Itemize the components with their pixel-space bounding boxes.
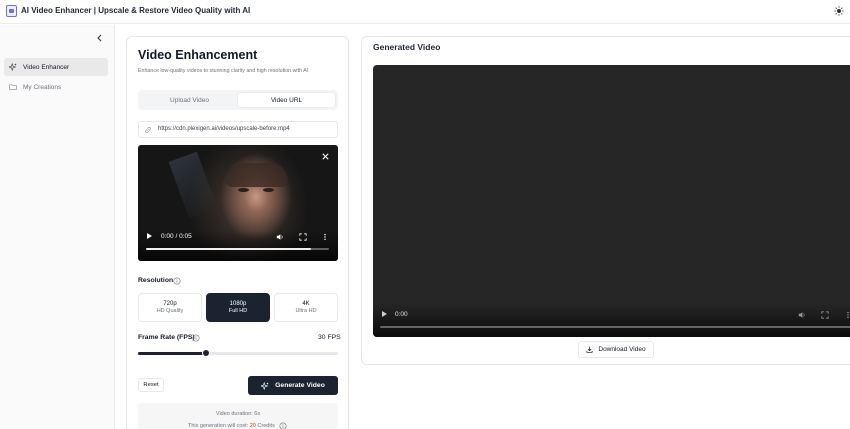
cost-suffix: Credits: [255, 423, 275, 429]
enhancement-panel: Video Enhancement Enhance low-quality vi…: [126, 36, 349, 429]
download-video-button[interactable]: Download Video: [578, 341, 654, 358]
resolution-label: Resolution: [138, 277, 174, 284]
fps-slider-handle[interactable]: [202, 349, 210, 357]
generated-video-title: Generated Video: [373, 42, 441, 52]
sidebar-item-label: My Creations: [23, 83, 62, 91]
video-progress-fill: [146, 248, 311, 250]
page-subtitle: Enhance low-quality videos to stunning c…: [138, 68, 309, 74]
resolution-option-desc: HD Quality: [156, 308, 184, 314]
sparkles-icon: [261, 381, 269, 390]
volume-icon[interactable]: [276, 233, 284, 241]
video-time: 0:00 / 0:05: [161, 233, 192, 240]
generated-video-panel: Generated Video 0:00 Download Video: [361, 36, 850, 365]
cost-info: Video duration: 6s This generation will …: [138, 403, 338, 429]
download-video-label: Download Video: [598, 346, 646, 353]
resolution-option-desc: Full HD: [228, 308, 248, 314]
fps-label: Frame Rate (FPS): [138, 334, 195, 341]
fps-slider[interactable]: [138, 349, 338, 357]
generate-video-button[interactable]: Generate Video: [248, 376, 338, 395]
cost-text: This generation will cost: 20 Credits: [188, 423, 275, 429]
sidebar-item-video-enhancer[interactable]: Video Enhancer: [4, 58, 108, 76]
link-icon: [145, 127, 151, 133]
collapse-sidebar-icon[interactable]: [95, 33, 105, 43]
volume-icon[interactable]: [798, 311, 806, 319]
source-tabs: Upload Video Video URL: [138, 90, 338, 110]
video-progress-bar[interactable]: [380, 326, 850, 328]
fullscreen-icon[interactable]: [299, 233, 307, 241]
app-logo-icon: [6, 5, 17, 17]
video-duration-text: Video duration: 6s: [215, 411, 261, 417]
resolution-option-name: 720p: [163, 301, 177, 307]
sparkles-icon: [9, 63, 17, 71]
more-options-icon[interactable]: [844, 311, 850, 319]
video-url-value: https://cdn.plexigen.ai/videos/upscale-b…: [158, 126, 290, 132]
fps-value: 30 FPS: [318, 334, 341, 341]
video-frame-eye: [238, 188, 249, 192]
info-icon[interactable]: [192, 334, 200, 342]
play-icon[interactable]: [147, 233, 152, 239]
resolution-option-720p[interactable]: 720p HD Quality: [138, 293, 202, 322]
info-icon[interactable]: [173, 277, 181, 285]
resolution-option-4k[interactable]: 4K Ultra HD: [274, 293, 338, 322]
video-frame-eye: [263, 188, 274, 192]
close-icon[interactable]: [321, 152, 330, 161]
info-icon[interactable]: [279, 422, 287, 429]
video-frame-flare: [168, 151, 218, 219]
resolution-option-name: 4K: [302, 301, 310, 307]
page-title: Video Enhancement: [138, 48, 258, 62]
tab-upload-video[interactable]: Upload Video: [141, 93, 238, 107]
fps-slider-fill: [138, 352, 206, 355]
reset-button[interactable]: Reset: [138, 378, 164, 392]
source-video-player[interactable]: 0:00 / 0:05: [138, 145, 338, 261]
video-url-input[interactable]: https://cdn.plexigen.ai/videos/upscale-b…: [138, 121, 338, 138]
video-progress-bar[interactable]: [146, 248, 329, 250]
sidebar-item-label: Video Enhancer: [23, 63, 70, 71]
resolution-option-desc: Ultra HD: [295, 308, 317, 314]
video-time: 0:00: [395, 311, 408, 318]
play-icon[interactable]: [382, 311, 387, 317]
more-options-icon[interactable]: [321, 233, 329, 241]
top-bar: AI Video Enhancer | Upscale & Restore Vi…: [0, 0, 850, 24]
download-icon: [586, 346, 593, 353]
generated-video-player[interactable]: 0:00: [373, 65, 850, 337]
video-frame-hair: [226, 163, 288, 187]
cost-prefix: This generation will cost:: [188, 423, 250, 429]
resolution-option-name: 1080p: [229, 301, 247, 307]
sidebar: Video Enhancer My Creations: [0, 25, 115, 429]
app-title: AI Video Enhancer | Upscale & Restore Vi…: [21, 6, 251, 15]
resolution-option-1080p[interactable]: 1080p Full HD: [206, 293, 270, 322]
theme-toggle-icon[interactable]: [834, 6, 844, 16]
generate-video-label: Generate Video: [275, 382, 325, 389]
sidebar-item-my-creations[interactable]: My Creations: [4, 78, 108, 96]
fullscreen-icon[interactable]: [821, 311, 829, 319]
tab-video-url[interactable]: Video URL: [238, 93, 335, 107]
video-controls: [373, 303, 850, 337]
folder-icon: [9, 84, 17, 90]
